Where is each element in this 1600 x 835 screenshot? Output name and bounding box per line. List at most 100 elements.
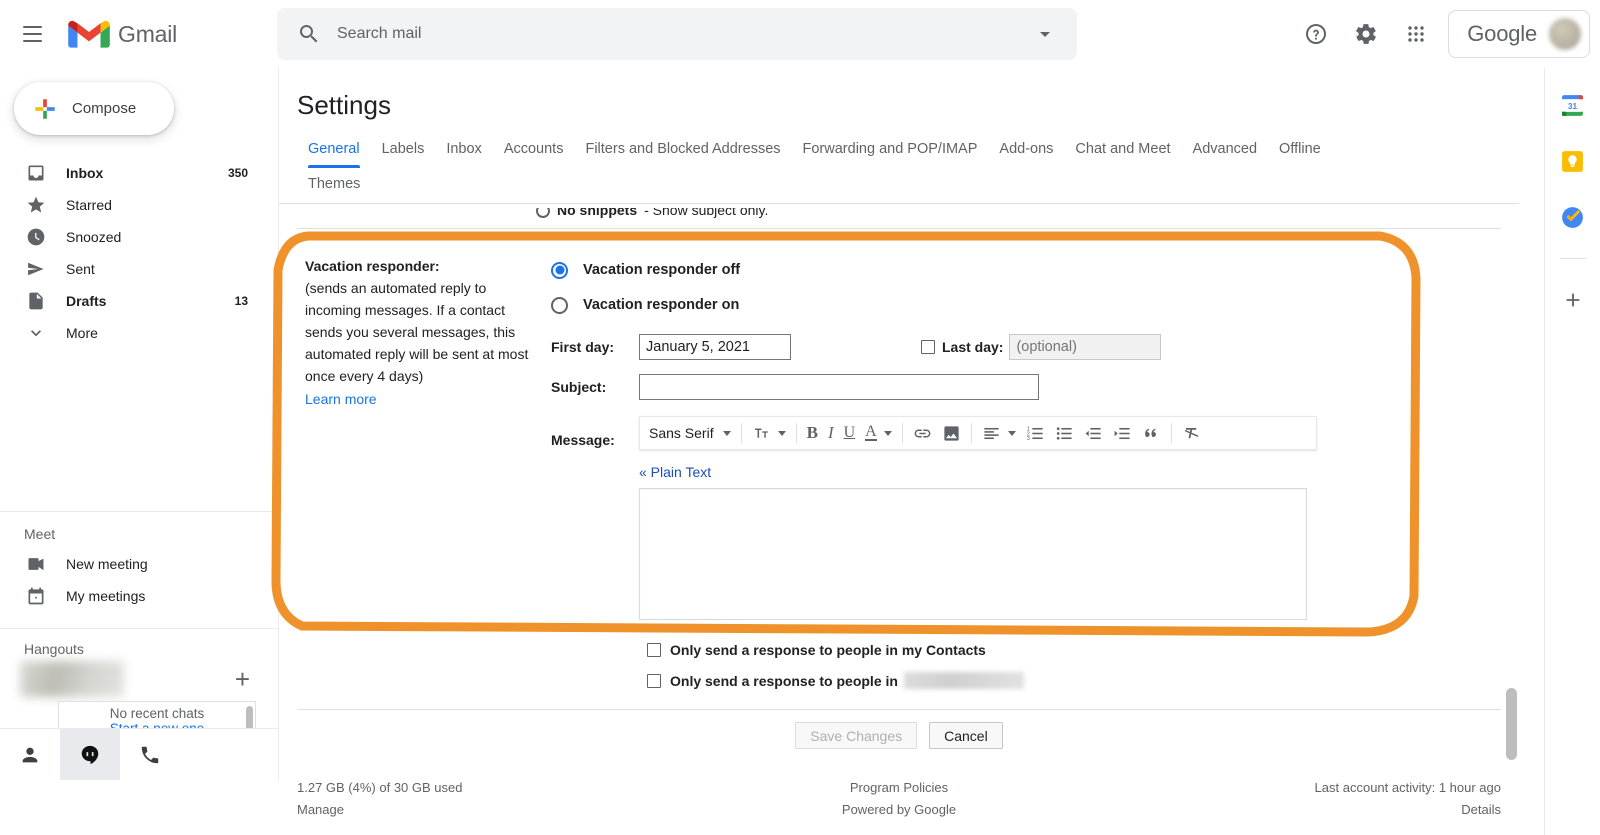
compose-button[interactable]: Compose: [14, 82, 174, 135]
font-size-icon[interactable]: [747, 419, 791, 447]
indent-more-icon[interactable]: [1108, 419, 1137, 447]
vacation-responder-on-label[interactable]: Vacation responder on: [583, 297, 739, 313]
vacation-responder-label: Vacation responder:: [305, 258, 440, 274]
details-link[interactable]: Details: [1104, 799, 1501, 821]
font-family-selector[interactable]: Sans Serif: [644, 419, 736, 447]
cancel-button[interactable]: Cancel: [929, 722, 1003, 749]
google-calendar-icon[interactable]: 31: [1556, 88, 1590, 122]
google-tasks-icon[interactable]: [1556, 200, 1590, 234]
hamburger-icon[interactable]: [8, 10, 56, 58]
chevron-down-icon[interactable]: [1033, 22, 1057, 46]
vacation-responder-description-column: Vacation responder: (sends an automated …: [297, 255, 537, 689]
bulleted-list-icon[interactable]: [1050, 419, 1079, 447]
tab-inbox[interactable]: Inbox: [435, 133, 492, 168]
hangouts-icon[interactable]: [60, 728, 120, 780]
last-day-label: Last day:: [942, 339, 1004, 355]
sidebar-item-inbox[interactable]: Inbox 350: [0, 157, 264, 189]
snippets-radio[interactable]: [536, 208, 550, 218]
sidebar-item-new-meeting[interactable]: New meeting: [0, 548, 264, 580]
sidebar-item-more[interactable]: More: [0, 317, 264, 349]
numbered-list-icon[interactable]: 123: [1021, 419, 1050, 447]
sidebar-item-count: 350: [227, 166, 248, 180]
tab-general[interactable]: General: [297, 133, 371, 168]
tab-accounts[interactable]: Accounts: [493, 133, 575, 168]
plus-icon[interactable]: +: [235, 666, 250, 692]
insert-link-icon[interactable]: [908, 419, 937, 447]
main-scrollbar[interactable]: [1506, 688, 1517, 760]
plain-text-link[interactable]: « Plain Text: [639, 464, 1317, 480]
sidebar-item-label: Inbox: [66, 165, 104, 181]
person-icon[interactable]: [0, 729, 60, 781]
sidebar-item-sent[interactable]: Sent: [0, 253, 264, 285]
sidebar-item-count: 13: [234, 294, 248, 308]
vacation-responder-on-radio[interactable]: [551, 296, 568, 314]
underline-icon[interactable]: U: [839, 419, 861, 447]
sidebar-item-label: Snoozed: [66, 229, 122, 245]
tab-offline[interactable]: Offline: [1268, 133, 1332, 168]
first-day-row: First day: Last day:: [551, 334, 1519, 360]
search-input[interactable]: [335, 24, 1033, 44]
tab-add-ons[interactable]: Add-ons: [988, 133, 1064, 168]
powered-by-google: Powered by Google: [841, 802, 957, 817]
italic-icon[interactable]: I: [823, 419, 839, 447]
message-row: Message: Sans Serif B I U A 1 2 3 « Plai…: [551, 416, 1519, 620]
hangouts-section-title: Hangouts: [24, 641, 84, 657]
snippets-desc: - Show subject only.: [644, 208, 769, 218]
footer: 1.27 GB (4%) of 30 GB used Program Polic…: [279, 777, 1519, 821]
apps-grid-icon[interactable]: [1392, 10, 1440, 58]
insert-image-icon[interactable]: [937, 419, 966, 447]
tab-themes[interactable]: Themes: [297, 168, 371, 203]
vacation-off-row[interactable]: Vacation responder off: [551, 255, 1519, 285]
indent-less-icon[interactable]: [1079, 419, 1108, 447]
gear-icon[interactable]: [1342, 10, 1390, 58]
save-button[interactable]: Save Changes: [795, 722, 918, 749]
only-domain-checkbox[interactable]: [647, 673, 661, 688]
add-app-icon[interactable]: [1556, 283, 1590, 317]
tab-advanced[interactable]: Advanced: [1182, 133, 1269, 168]
tab-labels[interactable]: Labels: [371, 133, 436, 168]
vacation-on-row[interactable]: Vacation responder on: [551, 290, 1519, 320]
gmail-logo[interactable]: Gmail: [68, 18, 177, 50]
tab-filters-and-blocked-addresses[interactable]: Filters and Blocked Addresses: [574, 133, 791, 168]
message-body-textarea[interactable]: [639, 488, 1307, 620]
only-contacts-checkbox[interactable]: [647, 643, 661, 657]
subject-label: Subject:: [551, 379, 607, 395]
hangouts-user-blurred: [20, 661, 124, 697]
sidebar-item-snoozed[interactable]: Snoozed: [0, 221, 264, 253]
top-right-actions: Google: [1292, 0, 1600, 68]
vacation-responder-off-radio[interactable]: [551, 261, 568, 279]
account-chip[interactable]: Google: [1448, 10, 1590, 58]
only-domain-row[interactable]: Only send a response to people in: [551, 672, 1519, 689]
last-day-input[interactable]: [1009, 334, 1162, 360]
vacation-responder-off-label[interactable]: Vacation responder off: [583, 262, 740, 278]
snippets-row-partial[interactable]: No snippets - Show subject only.: [279, 204, 1519, 222]
search-bar[interactable]: [277, 8, 1077, 60]
text-color-icon[interactable]: A: [860, 419, 897, 447]
only-contacts-row[interactable]: Only send a response to people in my Con…: [551, 642, 1519, 658]
subject-input[interactable]: [639, 374, 1039, 400]
avatar[interactable]: [1549, 18, 1581, 50]
tab-chat-and-meet[interactable]: Chat and Meet: [1064, 133, 1181, 168]
bold-icon[interactable]: B: [802, 419, 823, 447]
align-icon[interactable]: [977, 419, 1021, 447]
tab-forwarding-and-pop-imap[interactable]: Forwarding and POP/IMAP: [792, 133, 989, 168]
learn-more-link[interactable]: Learn more: [305, 387, 537, 411]
first-day-input[interactable]: [639, 334, 791, 360]
first-day-label: First day:: [551, 339, 615, 355]
last-day-checkbox[interactable]: [921, 340, 935, 354]
phone-icon[interactable]: [120, 729, 180, 781]
remove-formatting-icon[interactable]: [1177, 419, 1206, 447]
vacation-responder-controls: Vacation responder off Vacation responde…: [537, 255, 1519, 689]
manage-storage-link[interactable]: Manage: [297, 799, 694, 821]
divider: [1170, 423, 1172, 443]
sidebar-item-drafts[interactable]: Drafts 13: [0, 285, 264, 317]
help-icon[interactable]: [1292, 10, 1340, 58]
divider: [901, 423, 903, 443]
quote-icon[interactable]: [1137, 419, 1166, 447]
compose-label: Compose: [72, 100, 137, 117]
sidebar-item-starred[interactable]: Starred: [0, 189, 264, 221]
sidebar-item-my-meetings[interactable]: My meetings: [0, 580, 264, 612]
program-policies-link[interactable]: Program Policies: [700, 777, 1097, 799]
sidebar-item-label: More: [66, 325, 98, 341]
google-keep-icon[interactable]: [1556, 144, 1590, 178]
